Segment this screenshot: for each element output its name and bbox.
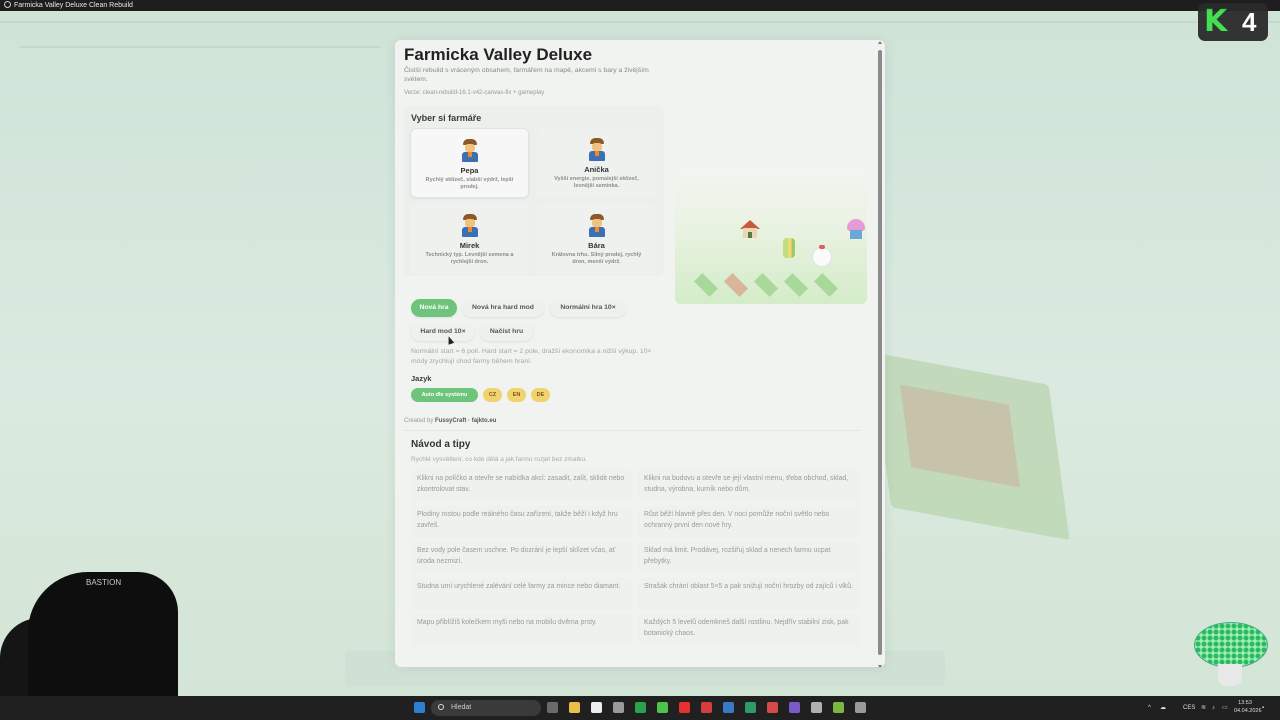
farmer-desc: Rychlý sklízeč, slabší výdrž, lepší prod…	[425, 177, 514, 190]
farmer-icon	[460, 214, 480, 238]
divider	[404, 430, 860, 431]
webcam-overlay: BASTION	[0, 558, 178, 698]
tip-item: Růst běží hlavně přes den. V noci pomůže…	[638, 506, 859, 538]
farmer-name: Anička	[584, 165, 609, 174]
taskbar-app-icon[interactable]	[635, 702, 646, 713]
taskbar-app-icon[interactable]	[789, 702, 800, 713]
chicken-icon	[813, 245, 831, 266]
tip-item: Každých 5 levelů odemkneš další rostlinu…	[638, 614, 859, 646]
game-subtitle: Čistší rebuild s vráceným obsahem, farmá…	[404, 67, 649, 83]
taskbar-app-icon[interactable]	[723, 702, 734, 713]
farmer-card-bara[interactable]: Bára Královna trhu. Silný prodej, rychlý…	[537, 204, 656, 274]
language-heading: Jazyk	[411, 374, 432, 383]
normal-10x-button[interactable]: Normální hra 10×	[550, 299, 626, 317]
credit-line: Created by FussyCraft · fajkto.eu	[404, 418, 497, 424]
taskbar-app-icon[interactable]	[657, 702, 668, 713]
farmer-icon	[587, 214, 607, 238]
tip-item: Bez vody pole časem uschne. Po dozrání j…	[411, 542, 632, 574]
volume-icon[interactable]: ♪	[1212, 696, 1215, 720]
cloud-icon[interactable]: ☁	[1160, 696, 1166, 720]
farm-preview	[675, 166, 867, 304]
tip-item: Klikni na políčko a otevře se nabídka ak…	[411, 470, 632, 502]
taskbar: Hledat ^ ☁ CES ≋ ♪ ▭ 13:53 04.04.2026 ▪	[0, 696, 1280, 720]
taskbar-app-icon[interactable]	[569, 702, 580, 713]
farmer-card-anicka[interactable]: Anička Vyšší energie, pomalejší sklízeč,…	[537, 128, 656, 198]
taskbar-app-icon[interactable]	[547, 702, 558, 713]
window-titlebar: Farmicka Valley Deluxe Clean Rebuild	[0, 0, 1280, 11]
wifi-icon[interactable]: ≋	[1201, 696, 1206, 720]
farmer-card-mirek[interactable]: Mirek Technický typ. Levnější semena a r…	[410, 204, 529, 274]
start-menu-panel: Farmicka Valley Deluxe Čistší rebuild s …	[395, 40, 885, 667]
taskbar-app-icon[interactable]	[745, 702, 756, 713]
tip-item: Strašák chrání oblast 5×5 a pak snižují …	[638, 578, 859, 610]
cupcake-icon	[847, 219, 865, 241]
load-game-button[interactable]: Načíst hru	[480, 323, 533, 341]
taskbar-app-icon[interactable]	[591, 702, 602, 713]
window-title: Farmicka Valley Deluxe Clean Rebuild	[14, 2, 133, 9]
corn-icon	[783, 238, 795, 258]
farmer-name: Mirek	[459, 241, 480, 250]
taskbar-search[interactable]: Hledat	[431, 700, 541, 716]
scroll-up-icon[interactable]	[878, 41, 882, 44]
tip-item: Plodiny rostou podle reálného času zaříz…	[411, 506, 632, 538]
lang-cz-button[interactable]: CZ	[483, 388, 502, 402]
plant-decoration-icon	[1192, 620, 1268, 690]
lang-en-button[interactable]: EN	[507, 388, 526, 402]
taskbar-app-icon[interactable]	[833, 702, 844, 713]
new-game-button[interactable]: Nová hra	[411, 299, 457, 317]
farmer-selection: Vyber si farmáře Pepa Rychlý sklízeč, sl…	[404, 106, 664, 276]
taskbar-app-icon[interactable]	[767, 702, 778, 713]
taskbar-app-icon[interactable]	[701, 702, 712, 713]
tips-subtitle: Rychlé vysvětlení, co kde dělá a jak far…	[411, 456, 587, 463]
game-title: Farmicka Valley Deluxe	[404, 45, 593, 64]
farmer-desc: Královna trhu. Silný prodej, rychlý dron…	[551, 252, 642, 265]
farmer-heading: Vyber si farmáře	[411, 113, 482, 123]
house-icon	[740, 220, 760, 238]
mode-note: Normální start = 6 polí. Hard start = 2 …	[411, 348, 652, 365]
taskbar-clock[interactable]: 13:53 04.04.2026	[1234, 699, 1262, 715]
panel-scrollbar[interactable]	[878, 41, 882, 668]
globe-icon	[4, 1, 11, 8]
tip-item: Studna umí urychlené zalévání celé farmy…	[411, 578, 632, 610]
webcam-label: BASTION	[86, 578, 122, 587]
taskbar-app-icon[interactable]	[613, 702, 624, 713]
search-icon	[438, 704, 444, 710]
windows-start-icon[interactable]	[414, 702, 425, 713]
credit-link[interactable]: FussyCraft · fajkto.eu	[435, 418, 496, 424]
version-text: Verze: clean-rebuild-16.1-v42-canvas-fix…	[404, 90, 545, 96]
lang-de-button[interactable]: DE	[531, 388, 550, 402]
farmer-name: Pepa	[460, 166, 479, 175]
taskbar-app-icon[interactable]	[811, 702, 822, 713]
lang-auto-button[interactable]: Auto dle systému	[411, 388, 478, 402]
farmer-desc: Vyšší energie, pomalejší sklízeč, levněj…	[554, 176, 639, 189]
channel-logo: K 4	[1198, 3, 1268, 41]
hard-10x-button[interactable]: Hard mod 10×	[411, 323, 475, 341]
farmer-icon	[460, 139, 480, 163]
scroll-thumb[interactable]	[878, 50, 882, 655]
farmer-card-pepa[interactable]: Pepa Rychlý sklízeč, slabší výdrž, lepší…	[410, 128, 529, 198]
battery-icon[interactable]: ▭	[1222, 696, 1228, 720]
notification-icon[interactable]: ▪	[1262, 696, 1264, 720]
tip-item: Sklad má limit. Prodávej, rozšiřuj sklad…	[638, 542, 859, 574]
tip-item: Mapu přiblížíš kolečkem myši nebo na mob…	[411, 614, 632, 646]
tip-item: Klikni na budovu a otevře se její vlastn…	[638, 470, 859, 502]
taskbar-app-icon[interactable]	[679, 702, 690, 713]
scroll-down-icon[interactable]	[878, 665, 882, 668]
tips-heading: Návod a tipy	[411, 439, 471, 450]
input-language[interactable]: CES	[1183, 696, 1195, 720]
tray-chevron-icon[interactable]: ^	[1148, 696, 1151, 720]
taskbar-app-icon[interactable]	[855, 702, 866, 713]
new-game-hard-button[interactable]: Nová hra hard mod	[462, 299, 544, 317]
farmer-icon	[587, 138, 607, 162]
farmer-desc: Technický typ. Levnější semena a rychlej…	[425, 252, 514, 265]
farmer-name: Bára	[588, 241, 605, 250]
